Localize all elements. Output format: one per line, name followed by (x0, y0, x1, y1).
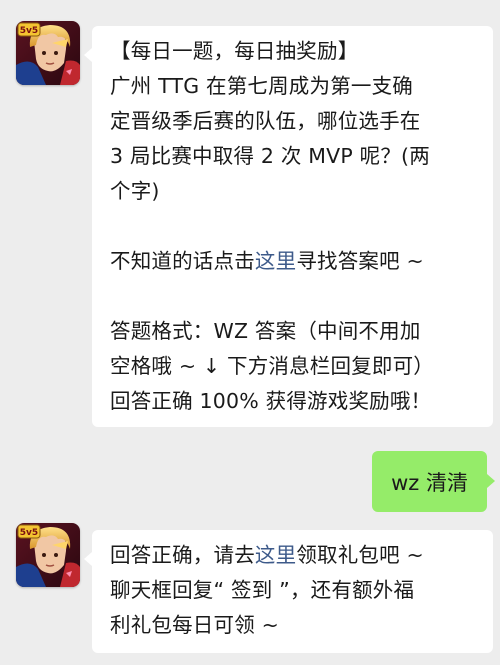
message-line: 个字) (110, 179, 160, 203)
message-line: 3 局比赛中取得 2 次 MVP 呢？(两 (110, 144, 430, 168)
message-line: 空格哦 ~ ↓ 下方消息栏回复即可） (110, 354, 435, 378)
question-text: 【每日一题，每日抽奖励】广州 TTG 在第七周成为第一支确 定晋级季后赛的队伍，哪… (110, 34, 481, 419)
hint-text-after: 寻找答案吧 ~ (296, 249, 424, 273)
gift-link[interactable]: 这里 (255, 543, 296, 567)
hint-text-before: 不知道的话点击 (110, 249, 255, 273)
user-message-bubble: wz 清清 (372, 451, 495, 512)
message-line: 答题格式：WZ 答案（中间不用加 (110, 319, 421, 343)
hint-line: 不知道的话点击这里寻找答案吧 ~ (110, 244, 481, 279)
message-line: 【每日一题，每日抽奖励】 (110, 39, 359, 63)
game-avatar-icon: 5v5 (16, 21, 80, 85)
answer-link[interactable]: 这里 (255, 249, 296, 273)
reward-text: 回答正确，请去这里领取礼包吧 ~ 聊天框回复“ 签到 ”，还有额外福 利礼包每日可领… (110, 538, 481, 643)
message-line: 定晋级季后赛的队伍，哪位选手在 (110, 109, 421, 133)
reward-text-after: 领取礼包吧 ~ (296, 543, 424, 567)
reward-text-before: 回答正确，请去 (110, 543, 255, 567)
svg-text:5v5: 5v5 (20, 528, 38, 538)
reward-line: 回答正确，请去这里领取礼包吧 ~ (110, 538, 481, 573)
bot-message-bubble: 回答正确，请去这里领取礼包吧 ~ 聊天框回复“ 签到 ”，还有额外福 利礼包每日可领… (84, 530, 493, 653)
bot-avatar[interactable]: 5v5 (16, 21, 80, 85)
message-line: 聊天框回复“ 签到 ”，还有额外福 (110, 578, 415, 602)
bot-message-bubble: 【每日一题，每日抽奖励】广州 TTG 在第七周成为第一支确 定晋级季后赛的队伍，哪… (84, 26, 493, 427)
game-avatar-icon: 5v5 (16, 523, 80, 587)
message-line: 回答正确 100% 获得游戏奖励哦！ (110, 389, 432, 413)
user-reply-text: wz 清清 (391, 470, 468, 495)
message-line: 利礼包每日可领 ~ (110, 613, 279, 637)
bot-avatar[interactable]: 5v5 (16, 523, 80, 587)
message-line: 广州 TTG 在第七周成为第一支确 (110, 74, 414, 98)
svg-text:5v5: 5v5 (20, 26, 38, 36)
